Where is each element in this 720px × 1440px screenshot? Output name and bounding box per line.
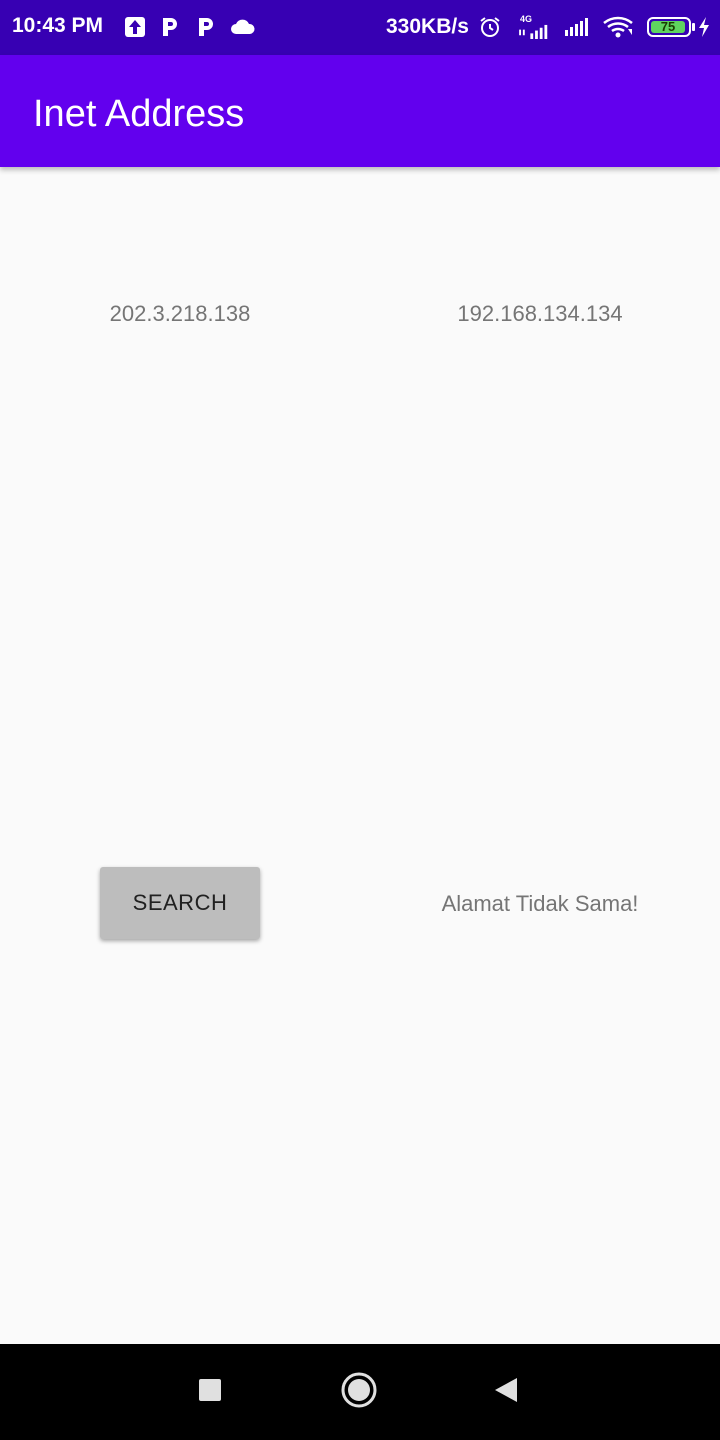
battery-icon: 75 xyxy=(647,17,695,37)
result-text: Alamat Tidak Sama! xyxy=(441,891,639,916)
network-speed: 330KB/s xyxy=(386,15,469,38)
status-bar: 10:43 PM 330KB/s 4G 75 xyxy=(0,0,720,55)
cloud-icon xyxy=(230,15,256,39)
app-bar: Inet Address xyxy=(0,55,720,167)
p-icon xyxy=(196,15,216,39)
back-button[interactable] xyxy=(484,1370,528,1414)
address-1-text: 202.3.218.138 xyxy=(109,301,251,326)
main-content: 202.3.218.138 192.168.134.134 SEARCH Ala… xyxy=(0,167,720,1344)
charging-icon xyxy=(697,15,711,39)
navigation-bar xyxy=(0,1344,720,1440)
home-icon xyxy=(340,1371,378,1414)
battery-nub xyxy=(692,23,695,31)
battery-level: 75 xyxy=(660,19,676,34)
alarm-icon xyxy=(478,15,502,39)
address-2-text: 192.168.134.134 xyxy=(457,301,623,326)
search-button[interactable]: SEARCH xyxy=(100,867,260,939)
upload-icon xyxy=(124,15,146,39)
network-type: 4G xyxy=(520,14,533,24)
signal-4g-icon: 4G xyxy=(516,15,556,39)
signal-icon xyxy=(562,15,592,39)
home-button[interactable] xyxy=(337,1370,381,1414)
status-time: 10:43 PM xyxy=(12,14,104,37)
app-title: Inet Address xyxy=(33,93,245,135)
recents-icon xyxy=(198,1378,222,1407)
p-icon xyxy=(160,15,180,39)
back-icon xyxy=(493,1376,519,1409)
recents-button[interactable] xyxy=(188,1370,232,1414)
wifi-icon xyxy=(602,15,636,39)
